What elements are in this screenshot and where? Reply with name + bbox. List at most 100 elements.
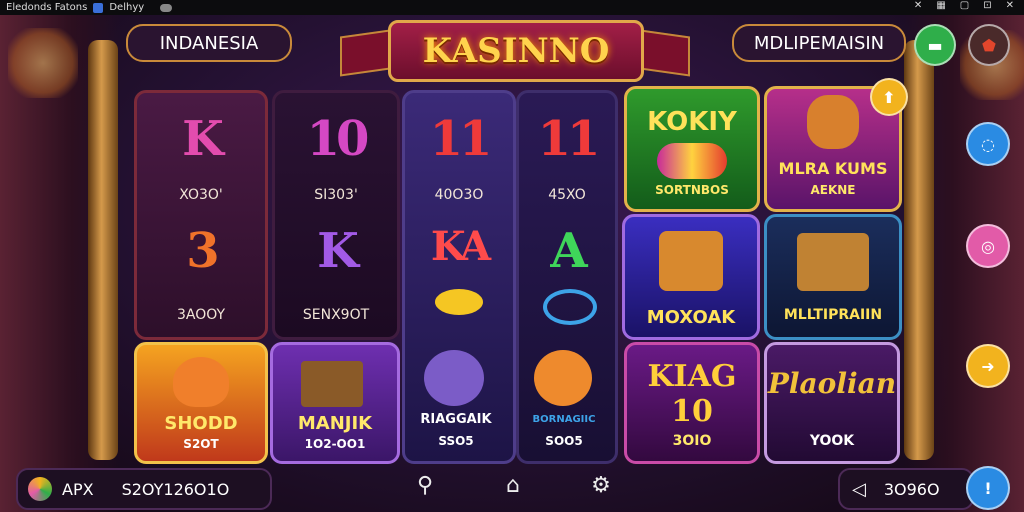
reel-1: K XO3O' 3 3AOOY [134,90,268,340]
apk-icon [28,477,52,501]
tile-fox-game[interactable]: SHODD S2OT [134,342,268,464]
players-label: MDLIPEMAISIN [753,32,885,54]
settings-button[interactable]: ⚙ [586,470,616,500]
tile-kiag-caption: 3OIO [672,433,712,449]
bonus-button[interactable]: ⬆ [870,78,908,116]
apk-label: APX [62,479,94,499]
tile-kiag-title: KIAG 10 [647,359,737,429]
casino-title-banner: KASINNO [388,20,644,82]
tile-wolf-caption: SSO5 [438,434,474,448]
home-button[interactable]: ⌂ [498,470,528,500]
home-icon: ⌂ [506,472,520,498]
app-icon [93,2,104,13]
reel-2: 10 SI303' K SENX9OT [272,90,400,340]
toggle-icon[interactable] [160,3,173,12]
tile-mlra-title: MLRA KUMS [778,159,888,178]
sound-value: 3O96O [883,479,940,499]
chest-icon [301,361,363,407]
tile-dog-title: BORNAGIIC [532,414,596,425]
reel-3-top-symbol: 11 [429,111,493,167]
gear-icon: ⚙ [591,472,611,498]
dog-frame-icon [659,231,723,291]
arrow-right-icon: ➜ [981,356,995,376]
tile-fox-title: SHODD [164,413,238,434]
tab-label[interactable]: Delhyy [109,2,144,13]
info-button[interactable]: ! [966,466,1010,510]
casino-title: KASINNO [422,31,610,71]
gamepad-button[interactable]: ▬ [914,24,956,66]
info-icon: ! [984,478,992,498]
support-button[interactable]: ◎ [966,224,1010,268]
golden-fish-icon [435,289,483,315]
right-pillar [904,40,934,460]
minimize-icon[interactable]: ⊡ [983,0,991,11]
tile-wolf-game[interactable]: RIAGGAIK SSO5 [402,342,510,458]
tile-koky-caption: SORTNBOS [655,183,729,197]
search-button[interactable]: ⚲ [410,470,440,500]
profile-button[interactable]: ⬟ [968,24,1010,66]
shield-icon: ⬟ [982,35,996,55]
tile-plaolian-title: Plaolian [767,367,897,400]
app-name: Eledonds Fatons [6,2,88,13]
tile-plaolian-caption: YOOK [809,433,855,449]
restore-icon[interactable]: ▢ [960,0,969,11]
tile-mlra-caption: AEKNE [810,183,856,197]
window-light-left [8,28,78,98]
window-controls: ✕ ▦ ▢ ⊡ ✕ [914,0,1014,11]
reel-1-bottom-caption: 3AOOY [176,307,226,323]
chat-button[interactable]: ◌ [966,122,1010,166]
tile-multip-game[interactable]: MLLTIPRAIIN [764,214,902,340]
next-button[interactable]: ➜ [966,344,1010,388]
reel-3-bottom-symbol: KA [430,223,491,270]
reel-1-top-caption: XO3O' [179,187,223,203]
left-pillar [88,40,118,460]
wolf-icon [424,350,484,406]
tile-wolf-title: RIAGGAIK [420,412,492,427]
chat-icon: ◌ [981,134,995,154]
tile-moxoak-title: MOXOAK [646,307,736,328]
speaker-icon: ◁ [852,478,866,500]
dog-icon [534,350,592,406]
title-bar: Eledonds Fatons Delhyy ✕ ▦ ▢ ⊡ ✕ [0,0,1024,15]
search-icon: ⚲ [416,472,434,498]
reel-4-top-symbol: 11 [537,111,601,167]
save-icon[interactable]: ▦ [936,0,945,11]
reel-1-top-symbol: K [182,111,224,167]
players-pill[interactable]: MDLIPEMAISIN [732,24,906,62]
blue-gem-icon [543,289,597,325]
reel-2-bottom-symbol: K [317,223,359,279]
tile-plaolian-game[interactable]: Plaolian YOOK [764,342,900,464]
reel-4-top-caption: 45XO [548,187,586,203]
tile-manjik-title: MANJIK [297,413,373,434]
support-icon: ◎ [981,236,995,256]
reel-4-bottom-symbol: A [550,223,587,279]
close-window-icon[interactable]: ✕ [1006,0,1014,11]
reel-2-bottom-caption: SENX9OT [302,307,370,323]
tile-fox-caption: S2OT [183,437,219,451]
tile-dog-game[interactable]: BORNAGIIC SOO5 [516,342,612,458]
bonus-icon: ⬆ [882,87,896,107]
reel-1-bottom-symbol: 3 [186,223,219,279]
reel-3-top-caption: 40O3O [434,187,484,203]
fruits-icon [657,143,727,179]
tile-koky-title: KOKIY [647,107,737,137]
region-label: INDANESIA [159,32,259,54]
tile-koky-game[interactable]: KOKIY SORTNBOS [624,86,760,212]
tile-manjik-game[interactable]: MANJIK 1O2-OO1 [270,342,400,464]
tile-moxoak-game[interactable]: MOXOAK [622,214,760,340]
tile-dog-caption: SOO5 [545,434,583,448]
tile-manjik-caption: 1O2-OO1 [304,437,366,451]
tile-kiag-game[interactable]: KIAG 10 3OIO [624,342,760,464]
tile-multip-title: MLLTIPRAIIN [783,307,883,323]
balance-panel[interactable]: APX S2OY126O1O [16,468,272,510]
region-pill[interactable]: INDANESIA [126,24,292,62]
close-icon[interactable]: ✕ [914,0,922,11]
reel-2-top-caption: SI303' [314,187,358,203]
fox-icon [173,357,229,407]
gamepad-icon: ▬ [927,35,943,55]
app-header: Eledonds Fatons Delhyy [6,2,173,13]
sound-panel[interactable]: ◁ 3O96O [838,468,974,510]
warrior-icon [807,95,859,149]
balance-value: S2OY126O1O [121,479,230,499]
slot-machine-icon [797,233,869,291]
